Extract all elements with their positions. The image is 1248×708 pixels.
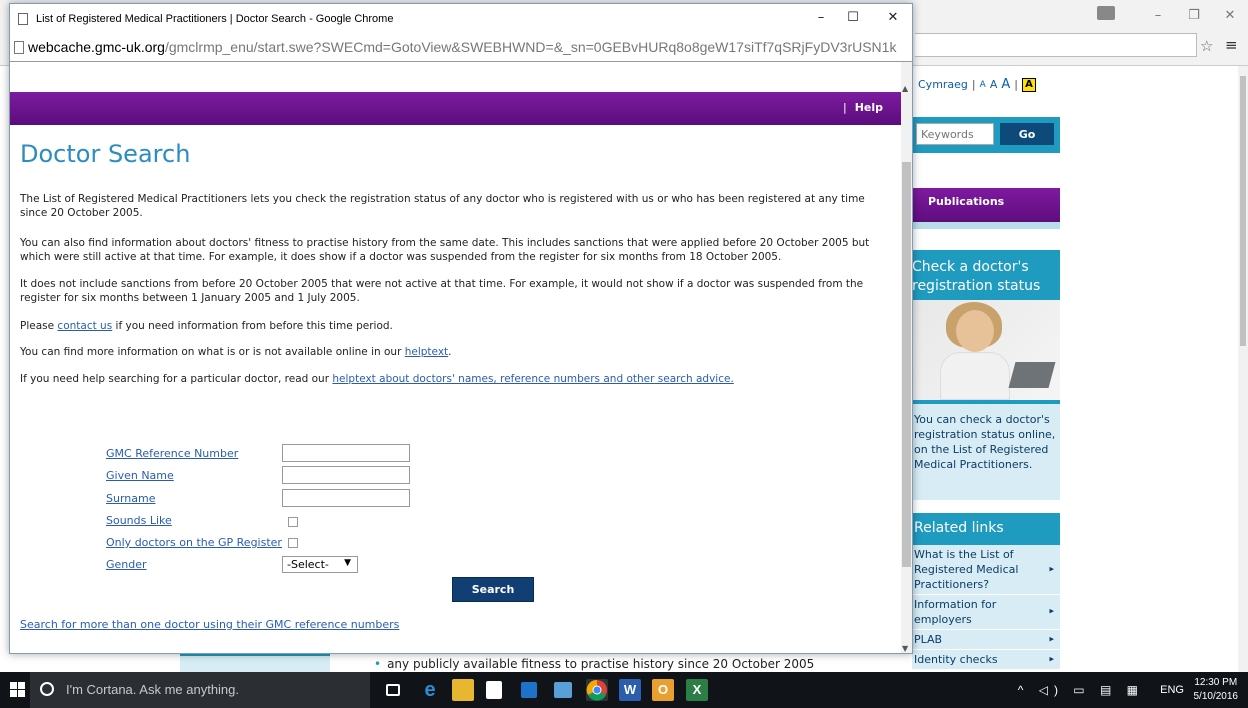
- outlook-icon[interactable]: O: [652, 679, 674, 701]
- related-links-list: What is the List of Registered Medical P…: [912, 545, 1060, 670]
- file-explorer-icon[interactable]: [452, 679, 474, 701]
- high-contrast-toggle[interactable]: A: [1021, 77, 1036, 92]
- scroll-down-icon[interactable]: ▼: [902, 644, 908, 653]
- intro-paragraph: The List of Registered Medical Practitio…: [20, 193, 865, 219]
- related-link-item[interactable]: Information for employers: [912, 595, 1060, 630]
- separator: |: [971, 78, 976, 91]
- excel-icon[interactable]: X: [686, 679, 708, 701]
- given-name-input[interactable]: [282, 466, 410, 484]
- task-view-icon[interactable]: [386, 684, 400, 696]
- helptext-link[interactable]: helptext: [405, 346, 448, 358]
- check-registration-text: You can check a doctor's registration st…: [912, 404, 1060, 500]
- scrollbar-thumb[interactable]: [1240, 76, 1246, 346]
- publications-strip: [912, 222, 1060, 229]
- edge-icon[interactable]: e: [419, 679, 441, 701]
- sounds-like-checkbox[interactable]: [288, 517, 298, 527]
- language-and-text-size: Cymraeg | A A A | A: [918, 77, 1036, 92]
- background-window-controls: – ❐ ✕: [1140, 0, 1248, 30]
- text-size-large[interactable]: A: [1001, 77, 1010, 92]
- gender-select[interactable]: -Select- ▼: [282, 556, 358, 573]
- header-bar: | Help: [10, 92, 901, 125]
- search-advice-link[interactable]: helptext about doctors' names, reference…: [332, 373, 733, 385]
- bookmark-star-icon[interactable]: ☆: [1200, 37, 1213, 55]
- helptext-paragraph: You can find more information on what is…: [20, 346, 452, 358]
- background-scrollbar[interactable]: [1238, 66, 1248, 672]
- doctor-search-popup-window: List of Registered Medical Practitioners…: [9, 3, 913, 654]
- clock-time: 12:30 PM: [1194, 677, 1238, 688]
- doctor-photo: [912, 300, 1060, 400]
- background-bullet-item: • any publicly available fitness to pract…: [374, 657, 815, 671]
- page-icon: [14, 41, 24, 54]
- store-icon[interactable]: [486, 681, 502, 699]
- separator: |: [1014, 78, 1018, 91]
- search-advice-paragraph: If you need help searching for a particu…: [20, 373, 734, 385]
- dropdown-arrow-icon: ▼: [344, 558, 351, 568]
- publications-link[interactable]: Publications: [912, 188, 1060, 222]
- help-link[interactable]: Help: [855, 101, 883, 114]
- background-left-panel: [180, 654, 330, 672]
- related-links-title: Related links: [912, 513, 1060, 545]
- windows-taskbar: I'm Cortana. Ask me anything. e W O X ^ …: [0, 672, 1248, 708]
- text-size-medium[interactable]: A: [990, 78, 998, 91]
- gender-label[interactable]: Gender: [106, 558, 147, 571]
- close-icon[interactable]: ✕: [1212, 8, 1248, 23]
- window-title: List of Registered Medical Practitioners…: [36, 13, 394, 25]
- fitness-paragraph: You can also find information about doct…: [20, 237, 870, 263]
- page-title: Doctor Search: [20, 140, 191, 168]
- scrollbar-thumb[interactable]: [902, 162, 911, 567]
- cortana-search-box[interactable]: I'm Cortana. Ask me anything.: [30, 672, 370, 708]
- media-player-icon[interactable]: [521, 682, 537, 698]
- restore-icon[interactable]: ❐: [1176, 8, 1212, 23]
- surname-input[interactable]: [282, 489, 410, 507]
- surname-label[interactable]: Surname: [106, 492, 155, 505]
- scroll-up-icon[interactable]: ▲: [902, 84, 908, 93]
- close-icon[interactable]: ✕: [878, 10, 908, 25]
- maximize-icon[interactable]: ☐: [838, 10, 868, 25]
- profile-icon[interactable]: [1097, 6, 1115, 20]
- page-icon: [18, 13, 28, 25]
- given-name-label[interactable]: Given Name: [106, 469, 174, 482]
- popup-scrollbar[interactable]: ▲ ▼: [901, 62, 912, 653]
- photos-icon[interactable]: [554, 682, 572, 698]
- background-address-bar[interactable]: [915, 33, 1197, 57]
- related-link-item[interactable]: PLAB: [912, 630, 1060, 650]
- site-search: Go: [912, 117, 1060, 153]
- text-size-small[interactable]: A: [980, 80, 986, 90]
- popup-content: | Help Doctor Search The List of Register…: [10, 62, 901, 653]
- cortana-icon: [40, 682, 54, 696]
- sounds-like-label[interactable]: Sounds Like: [106, 514, 172, 527]
- gp-register-label[interactable]: Only doctors on the GP Register: [106, 536, 282, 549]
- search-button[interactable]: Search: [452, 577, 534, 602]
- go-button[interactable]: Go: [1000, 123, 1054, 145]
- check-registration-title: Check a doctor's registration status: [912, 259, 1041, 294]
- gmc-reference-label[interactable]: GMC Reference Number: [106, 447, 238, 460]
- related-link-item[interactable]: What is the List of Registered Medical P…: [912, 545, 1060, 595]
- chrome-menu-icon[interactable]: ≡: [1225, 36, 1238, 54]
- cortana-placeholder: I'm Cortana. Ask me anything.: [66, 682, 240, 697]
- minimize-icon[interactable]: –: [806, 10, 836, 25]
- word-icon[interactable]: W: [619, 679, 641, 701]
- contact-paragraph: Please contact us if you need informatio…: [20, 320, 393, 332]
- contact-us-link[interactable]: contact us: [57, 320, 112, 332]
- chrome-icon[interactable]: [586, 679, 608, 701]
- popup-address-bar[interactable]: webcache.gmc-uk.org/gmclrmp_enu/start.sw…: [10, 34, 912, 62]
- related-link-item[interactable]: Identity checks: [912, 650, 1060, 670]
- help-link-wrap: | Help: [842, 101, 883, 114]
- url-text[interactable]: webcache.gmc-uk.org/gmclrmp_enu/start.sw…: [28, 39, 908, 55]
- check-registration-box[interactable]: Check a doctor's registration status You…: [912, 250, 1060, 500]
- keywords-input[interactable]: [916, 123, 994, 145]
- gmc-reference-input[interactable]: [282, 444, 410, 462]
- multi-doctor-search-link[interactable]: Search for more than one doctor using th…: [20, 618, 399, 631]
- sanctions-paragraph: It does not include sanctions from befor…: [20, 278, 864, 304]
- windows-start-icon[interactable]: [10, 682, 26, 698]
- popup-titlebar[interactable]: List of Registered Medical Practitioners…: [10, 4, 912, 34]
- gp-register-checkbox[interactable]: [288, 538, 298, 548]
- clock[interactable]: 12:30 PM 5/10/2016: [1194, 676, 1239, 704]
- minimize-icon[interactable]: –: [1140, 8, 1176, 23]
- tray-icons[interactable]: ^ ◁) ▭ ▤ ▦: [1018, 683, 1144, 697]
- cymraeg-link[interactable]: Cymraeg: [918, 78, 968, 91]
- clock-date: 5/10/2016: [1193, 691, 1239, 702]
- language-indicator[interactable]: ENG: [1160, 684, 1184, 696]
